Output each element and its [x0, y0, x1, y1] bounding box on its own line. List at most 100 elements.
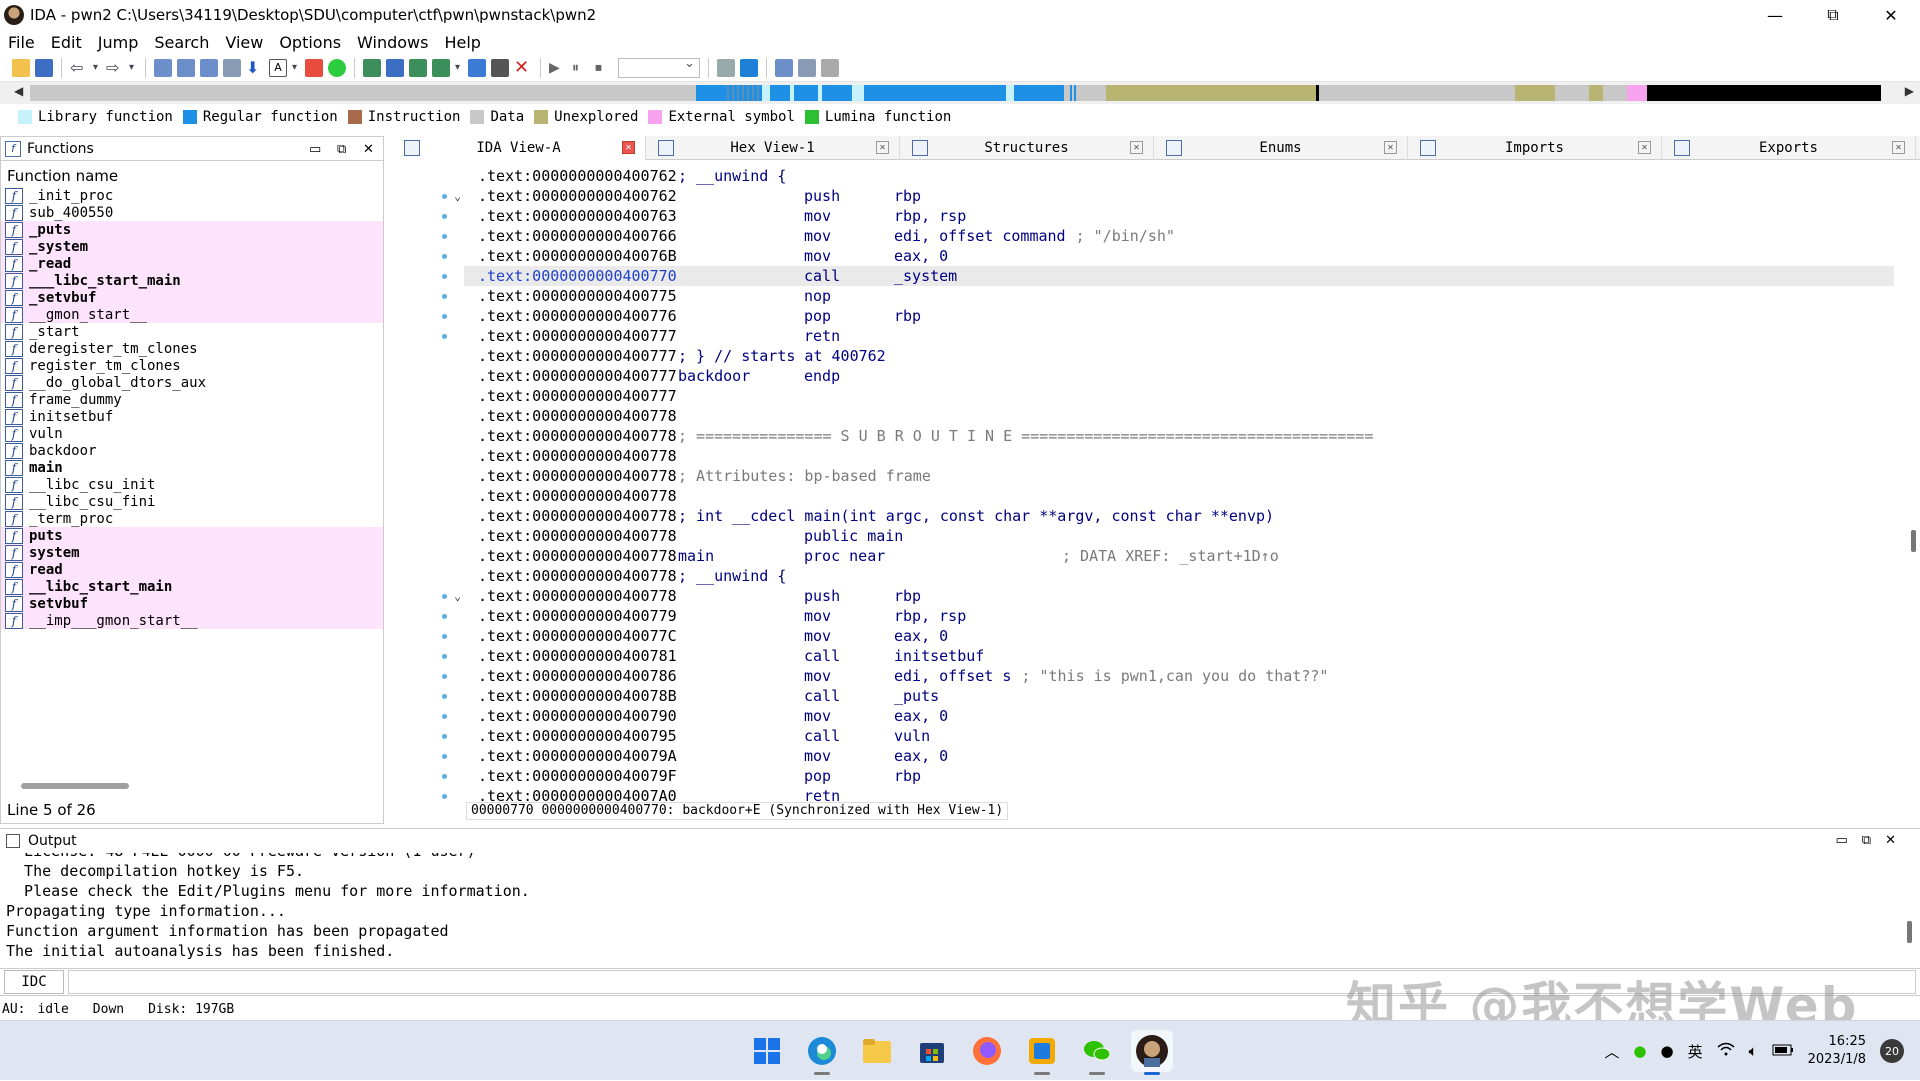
segment-icon[interactable]: [363, 58, 381, 77]
disasm-line[interactable]: .text:00000000004007A0 retn: [442, 786, 1894, 802]
disasm-line[interactable]: .text:0000000000400777 backdoor endp: [464, 366, 1894, 386]
breakpoint-dot[interactable]: [442, 314, 447, 319]
disasm-line[interactable]: .text:0000000000400795 call vuln: [442, 726, 1894, 746]
notification-badge[interactable]: 20: [1880, 1039, 1904, 1063]
breakpoint-dot[interactable]: [442, 754, 447, 759]
function-list-item[interactable]: f system: [1, 544, 383, 561]
green-circle-icon[interactable]: [328, 58, 346, 77]
wifi-icon[interactable]: [1717, 1042, 1735, 1060]
panel-float-icon[interactable]: ⧉: [337, 142, 346, 157]
nav-right-icon[interactable]: ▶: [1905, 84, 1914, 98]
disasm-line[interactable]: .text:0000000000400775 nop: [442, 286, 1894, 306]
back-icon[interactable]: ⇦: [70, 58, 88, 77]
function-list-item[interactable]: f __libc_csu_fini: [1, 493, 383, 510]
function-list-item[interactable]: f _setvbuf: [1, 289, 383, 306]
edge-icon[interactable]: [801, 1030, 843, 1075]
function-list-item[interactable]: f register_tm_clones: [1, 357, 383, 374]
function-list-item[interactable]: f vuln: [1, 425, 383, 442]
search-binary-icon[interactable]: [154, 58, 172, 77]
disasm-line[interactable]: .text:0000000000400786 mov edi, offset s ; …: [442, 666, 1894, 686]
app-icon[interactable]: [1021, 1030, 1063, 1075]
disasm-line[interactable]: .text:000000000040078B call _puts: [442, 686, 1894, 706]
text-view-icon[interactable]: A: [269, 58, 287, 77]
tab-imports[interactable]: Imports ✕: [1408, 136, 1662, 160]
menu-view[interactable]: View: [217, 33, 271, 52]
undefine-icon[interactable]: ✕: [514, 58, 532, 77]
disasm-line[interactable]: .text:0000000000400763 mov rbp, rsp: [442, 206, 1894, 226]
function-list-item[interactable]: f __libc_csu_init: [1, 476, 383, 493]
struct-icon[interactable]: [491, 58, 509, 77]
disasm-line[interactable]: .text:0000000000400777: [464, 386, 1894, 406]
save-icon[interactable]: [35, 58, 53, 77]
function-list-item[interactable]: f _init_proc: [1, 187, 383, 204]
idc-button[interactable]: IDC: [4, 970, 64, 994]
nav-left-icon[interactable]: ◀: [14, 84, 23, 98]
qq-tray-icon[interactable]: ●: [1660, 1042, 1673, 1060]
disasm-line[interactable]: .text:0000000000400766 mov edi, offset com…: [442, 226, 1894, 246]
breakpoint-icon[interactable]: [717, 58, 735, 77]
breakpoint-dot[interactable]: [442, 234, 447, 239]
disasm-line[interactable]: .text:0000000000400778; Attributes: bp-b…: [464, 466, 1894, 486]
output-close-icon[interactable]: ✕: [1885, 833, 1910, 848]
disasm-line[interactable]: .text:0000000000400781 call initsetbuf: [442, 646, 1894, 666]
navigation-strip[interactable]: [30, 85, 1900, 101]
tab-close-icon[interactable]: ✕: [876, 141, 889, 154]
breakpoint-dot[interactable]: [442, 774, 447, 779]
disasm-line[interactable]: .text:0000000000400778; int __cdecl main…: [464, 506, 1894, 526]
disasm-line[interactable]: .text:0000000000400778 public main: [464, 526, 1894, 546]
tab-exports[interactable]: Exports ✕: [1662, 136, 1916, 160]
back-dropdown-icon[interactable]: ▾: [93, 59, 101, 77]
debugger-select[interactable]: [618, 56, 700, 78]
panel-minimize-icon[interactable]: ▭: [309, 142, 321, 157]
breakpoint-dot[interactable]: [442, 654, 447, 659]
data-icon[interactable]: [432, 58, 450, 77]
disasm-line[interactable]: .text:0000000000400776 pop rbp: [442, 306, 1894, 326]
data-dropdown-icon[interactable]: ▾: [455, 59, 463, 77]
maximize-button[interactable]: ⧉: [1804, 0, 1862, 30]
function-list-item[interactable]: f setvbuf: [1, 595, 383, 612]
menu-windows[interactable]: Windows: [349, 33, 436, 52]
function-list-item[interactable]: f puts: [1, 527, 383, 544]
code-icon[interactable]: [409, 58, 427, 77]
jump-down-icon[interactable]: ⬇: [246, 58, 264, 77]
disasm-line[interactable]: .text:0000000000400777; } // starts at 4…: [464, 346, 1894, 366]
disasm-line[interactable]: .text:000000000040076B mov eax, 0: [442, 246, 1894, 266]
disasm-line[interactable]: .text:0000000000400778: [464, 406, 1894, 426]
breakpoint-dot[interactable]: [442, 254, 447, 259]
breakpoint-dot[interactable]: [442, 274, 447, 279]
tab-enums[interactable]: Enums ✕: [1154, 136, 1408, 160]
search-immediate-icon[interactable]: [200, 58, 218, 77]
search-next-icon[interactable]: [223, 58, 241, 77]
windows-start-icon[interactable]: [746, 1030, 788, 1072]
panel-close-icon[interactable]: ✕: [363, 142, 374, 157]
tab-hex-view-1[interactable]: Hex View-1 ✕: [646, 136, 900, 160]
function-list-item[interactable]: f _puts: [1, 221, 383, 238]
disasm-line[interactable]: .text:0000000000400770 call _system: [442, 266, 1894, 286]
wechat-icon[interactable]: [1076, 1030, 1118, 1075]
menu-file[interactable]: File: [0, 33, 43, 52]
function-list-item[interactable]: f __do_global_dtors_aux: [1, 374, 383, 391]
disasm-line[interactable]: .text:0000000000400778 main proc near ; DAT…: [464, 546, 1894, 566]
xref-icon[interactable]: [468, 58, 486, 77]
sync-icon[interactable]: [740, 58, 758, 77]
store-icon[interactable]: [911, 1030, 953, 1072]
breakpoint-dot[interactable]: [442, 214, 447, 219]
disasm-line[interactable]: .text:000000000040077C mov eax, 0: [442, 626, 1894, 646]
search-text-icon[interactable]: [177, 58, 195, 77]
horizontal-scrollbar[interactable]: [21, 783, 129, 789]
navigation-band[interactable]: ◀ ▶: [0, 82, 1920, 104]
breakpoint-dot[interactable]: [442, 794, 447, 799]
tab-close-icon[interactable]: ✕: [1638, 141, 1651, 154]
menu-options[interactable]: Options: [271, 33, 349, 52]
disassembly-lines[interactable]: .text:0000000000400762; __unwind {⌄ .text…: [442, 166, 1894, 802]
add-icon[interactable]: [798, 58, 816, 77]
function-list-item[interactable]: f __imp___gmon_start__: [1, 612, 383, 629]
clock[interactable]: 16:25 2023/1/8: [1808, 1033, 1866, 1069]
output-scrollbar[interactable]: [1907, 921, 1912, 943]
forward-icon[interactable]: ⇨: [106, 58, 124, 77]
tab-ida-view-a[interactable]: IDA View-A ✕: [392, 136, 646, 160]
disasm-line[interactable]: .text:0000000000400778: [464, 486, 1894, 506]
pause-icon[interactable]: ⏸: [572, 59, 590, 77]
disasm-line[interactable]: .text:0000000000400779 mov rbp, rsp: [442, 606, 1894, 626]
text-dropdown-icon[interactable]: ▾: [292, 59, 300, 77]
